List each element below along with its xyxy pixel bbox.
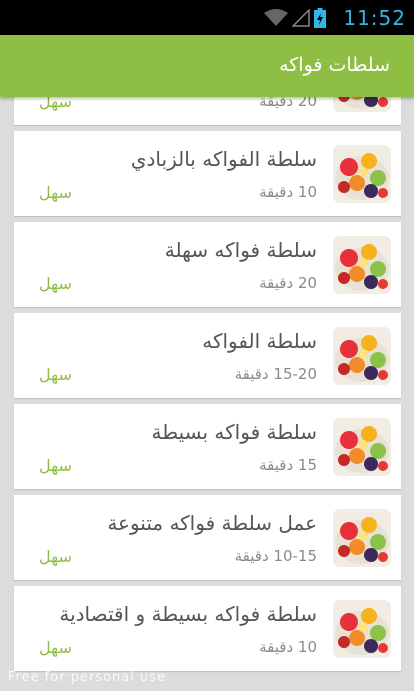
fruit-salad-bowl-image [333, 509, 391, 567]
wifi-icon [264, 9, 288, 26]
app-bar: سلطات فواكه [0, 35, 414, 97]
signal-icon [292, 9, 310, 27]
page-title: سلطات فواكه [279, 54, 390, 76]
recipe-title: سلطة فواكه بسيطة [151, 420, 318, 444]
watermark: Free for personal use [8, 670, 167, 685]
recipe-difficulty: سهل [39, 274, 72, 293]
recipe-card[interactable]: 20 دقيقة سهل [14, 97, 401, 125]
recipe-title: عمل سلطة فواكه متنوعة [107, 511, 317, 535]
recipe-time: 10 دقيقة [259, 183, 317, 201]
recipe-list[interactable]: 20 دقيقة سهل سلطة الفواكه بالزبادي 10 دق… [0, 97, 414, 691]
fruit-yogurt-image [333, 145, 391, 203]
status-icons [264, 8, 326, 28]
recipe-card[interactable]: سلطة فواكه بسيطة 15 دقيقة سهل [14, 404, 401, 489]
recipe-time: 20 دقيقة [259, 274, 317, 292]
recipe-difficulty: سهل [39, 638, 72, 657]
recipe-card[interactable]: سلطة الفواكه بالزبادي 10 دقيقة سهل [14, 131, 401, 216]
recipe-card[interactable]: عمل سلطة فواكه متنوعة 10-15 دقيقة سهل [14, 495, 401, 580]
recipe-card[interactable]: سلطة فواكه بسيطة و اقتصادية 10 دقيقة سهل [14, 586, 401, 671]
battery-icon [314, 8, 326, 28]
recipe-time: 15-20 دقيقة [234, 365, 317, 383]
recipe-card[interactable]: سلطة فواكه سهلة 20 دقيقة سهل [14, 222, 401, 307]
recipe-difficulty: سهل [39, 97, 72, 111]
recipe-difficulty: سهل [39, 365, 72, 384]
recipe-time: 15 دقيقة [259, 456, 317, 474]
clock: 11:52 [343, 6, 406, 30]
recipe-difficulty: سهل [39, 547, 72, 566]
fruit-salad-bowl-image [333, 327, 391, 385]
recipe-title: سلطة فواكه بسيطة و اقتصادية [59, 602, 317, 626]
fruit-salad-bowl-image [333, 418, 391, 476]
fruit-salad-bowl-image [333, 236, 391, 294]
recipe-title: سلطة الفواكه [202, 329, 317, 353]
recipe-difficulty: سهل [39, 183, 72, 202]
recipe-time: 10 دقيقة [259, 638, 317, 656]
recipe-time: 20 دقيقة [259, 97, 317, 110]
recipe-card[interactable]: سلطة الفواكه 15-20 دقيقة سهل [14, 313, 401, 398]
recipe-list-scroller: 20 دقيقة سهل سلطة الفواكه بالزبادي 10 دق… [0, 97, 414, 677]
recipe-time: 10-15 دقيقة [234, 547, 317, 565]
recipe-difficulty: سهل [39, 456, 72, 475]
status-bar: 11:52 [0, 0, 414, 35]
fruit-salad-bowl-image [333, 600, 391, 658]
fruit-salad-bowl-image [333, 97, 391, 112]
recipe-title: سلطة الفواكه بالزبادي [130, 147, 317, 171]
recipe-title: سلطة فواكه سهلة [164, 238, 317, 262]
